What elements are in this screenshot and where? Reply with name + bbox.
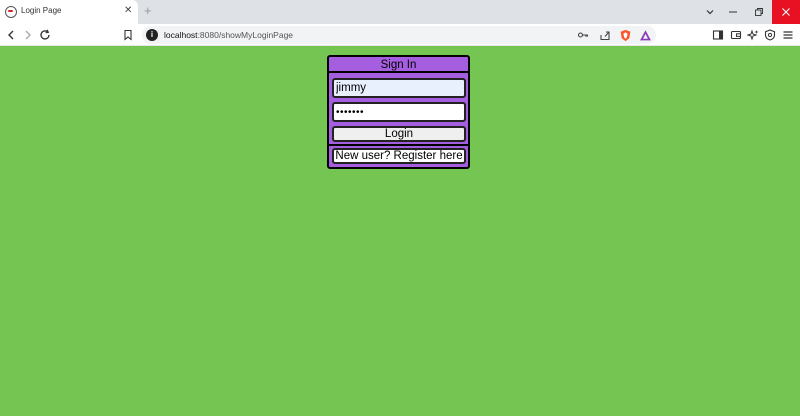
brave-shields-icon[interactable]: [618, 28, 632, 42]
tab-title: Login Page: [21, 6, 62, 15]
back-icon[interactable]: [3, 27, 19, 43]
password-input[interactable]: [332, 102, 466, 122]
restore-icon[interactable]: [745, 0, 773, 24]
share-icon[interactable]: [598, 28, 612, 42]
menu-icon[interactable]: [780, 27, 796, 43]
browser-toolbar: i localhost:8080/showMyLoginPage: [0, 24, 800, 46]
key-icon[interactable]: [576, 28, 590, 42]
form-divider: [329, 144, 468, 146]
new-tab-button[interactable]: +: [144, 3, 152, 19]
forward-icon[interactable]: [20, 27, 36, 43]
sidebar-icon[interactable]: [710, 27, 726, 43]
sign-in-heading: Sign In: [329, 57, 468, 73]
url-text[interactable]: localhost:8080/showMyLoginPage: [164, 30, 293, 40]
wallet-icon[interactable]: [728, 27, 744, 43]
url-host: localhost: [164, 30, 198, 40]
page-favicon-icon: [5, 6, 17, 18]
browser-tab[interactable]: Login Page ✕: [0, 0, 138, 24]
username-input[interactable]: [332, 78, 466, 98]
login-form: Sign In Login New user? Register here: [327, 55, 470, 169]
url-path: :8080/showMyLoginPage: [197, 30, 294, 40]
tab-close-icon[interactable]: ✕: [124, 4, 132, 18]
login-button[interactable]: Login: [332, 126, 466, 142]
tab-strip: Login Page ✕ +: [0, 0, 800, 24]
vpn-icon[interactable]: [762, 27, 778, 43]
minimize-icon[interactable]: [719, 0, 747, 24]
site-info-icon[interactable]: i: [146, 29, 158, 41]
leo-icon[interactable]: [745, 27, 761, 43]
brave-rewards-icon[interactable]: [638, 28, 652, 42]
reload-icon[interactable]: [37, 27, 53, 43]
register-button[interactable]: New user? Register here: [332, 148, 466, 164]
bookmark-icon[interactable]: [120, 27, 136, 43]
address-bar[interactable]: i localhost:8080/showMyLoginPage: [142, 26, 656, 44]
close-icon[interactable]: [772, 0, 800, 24]
